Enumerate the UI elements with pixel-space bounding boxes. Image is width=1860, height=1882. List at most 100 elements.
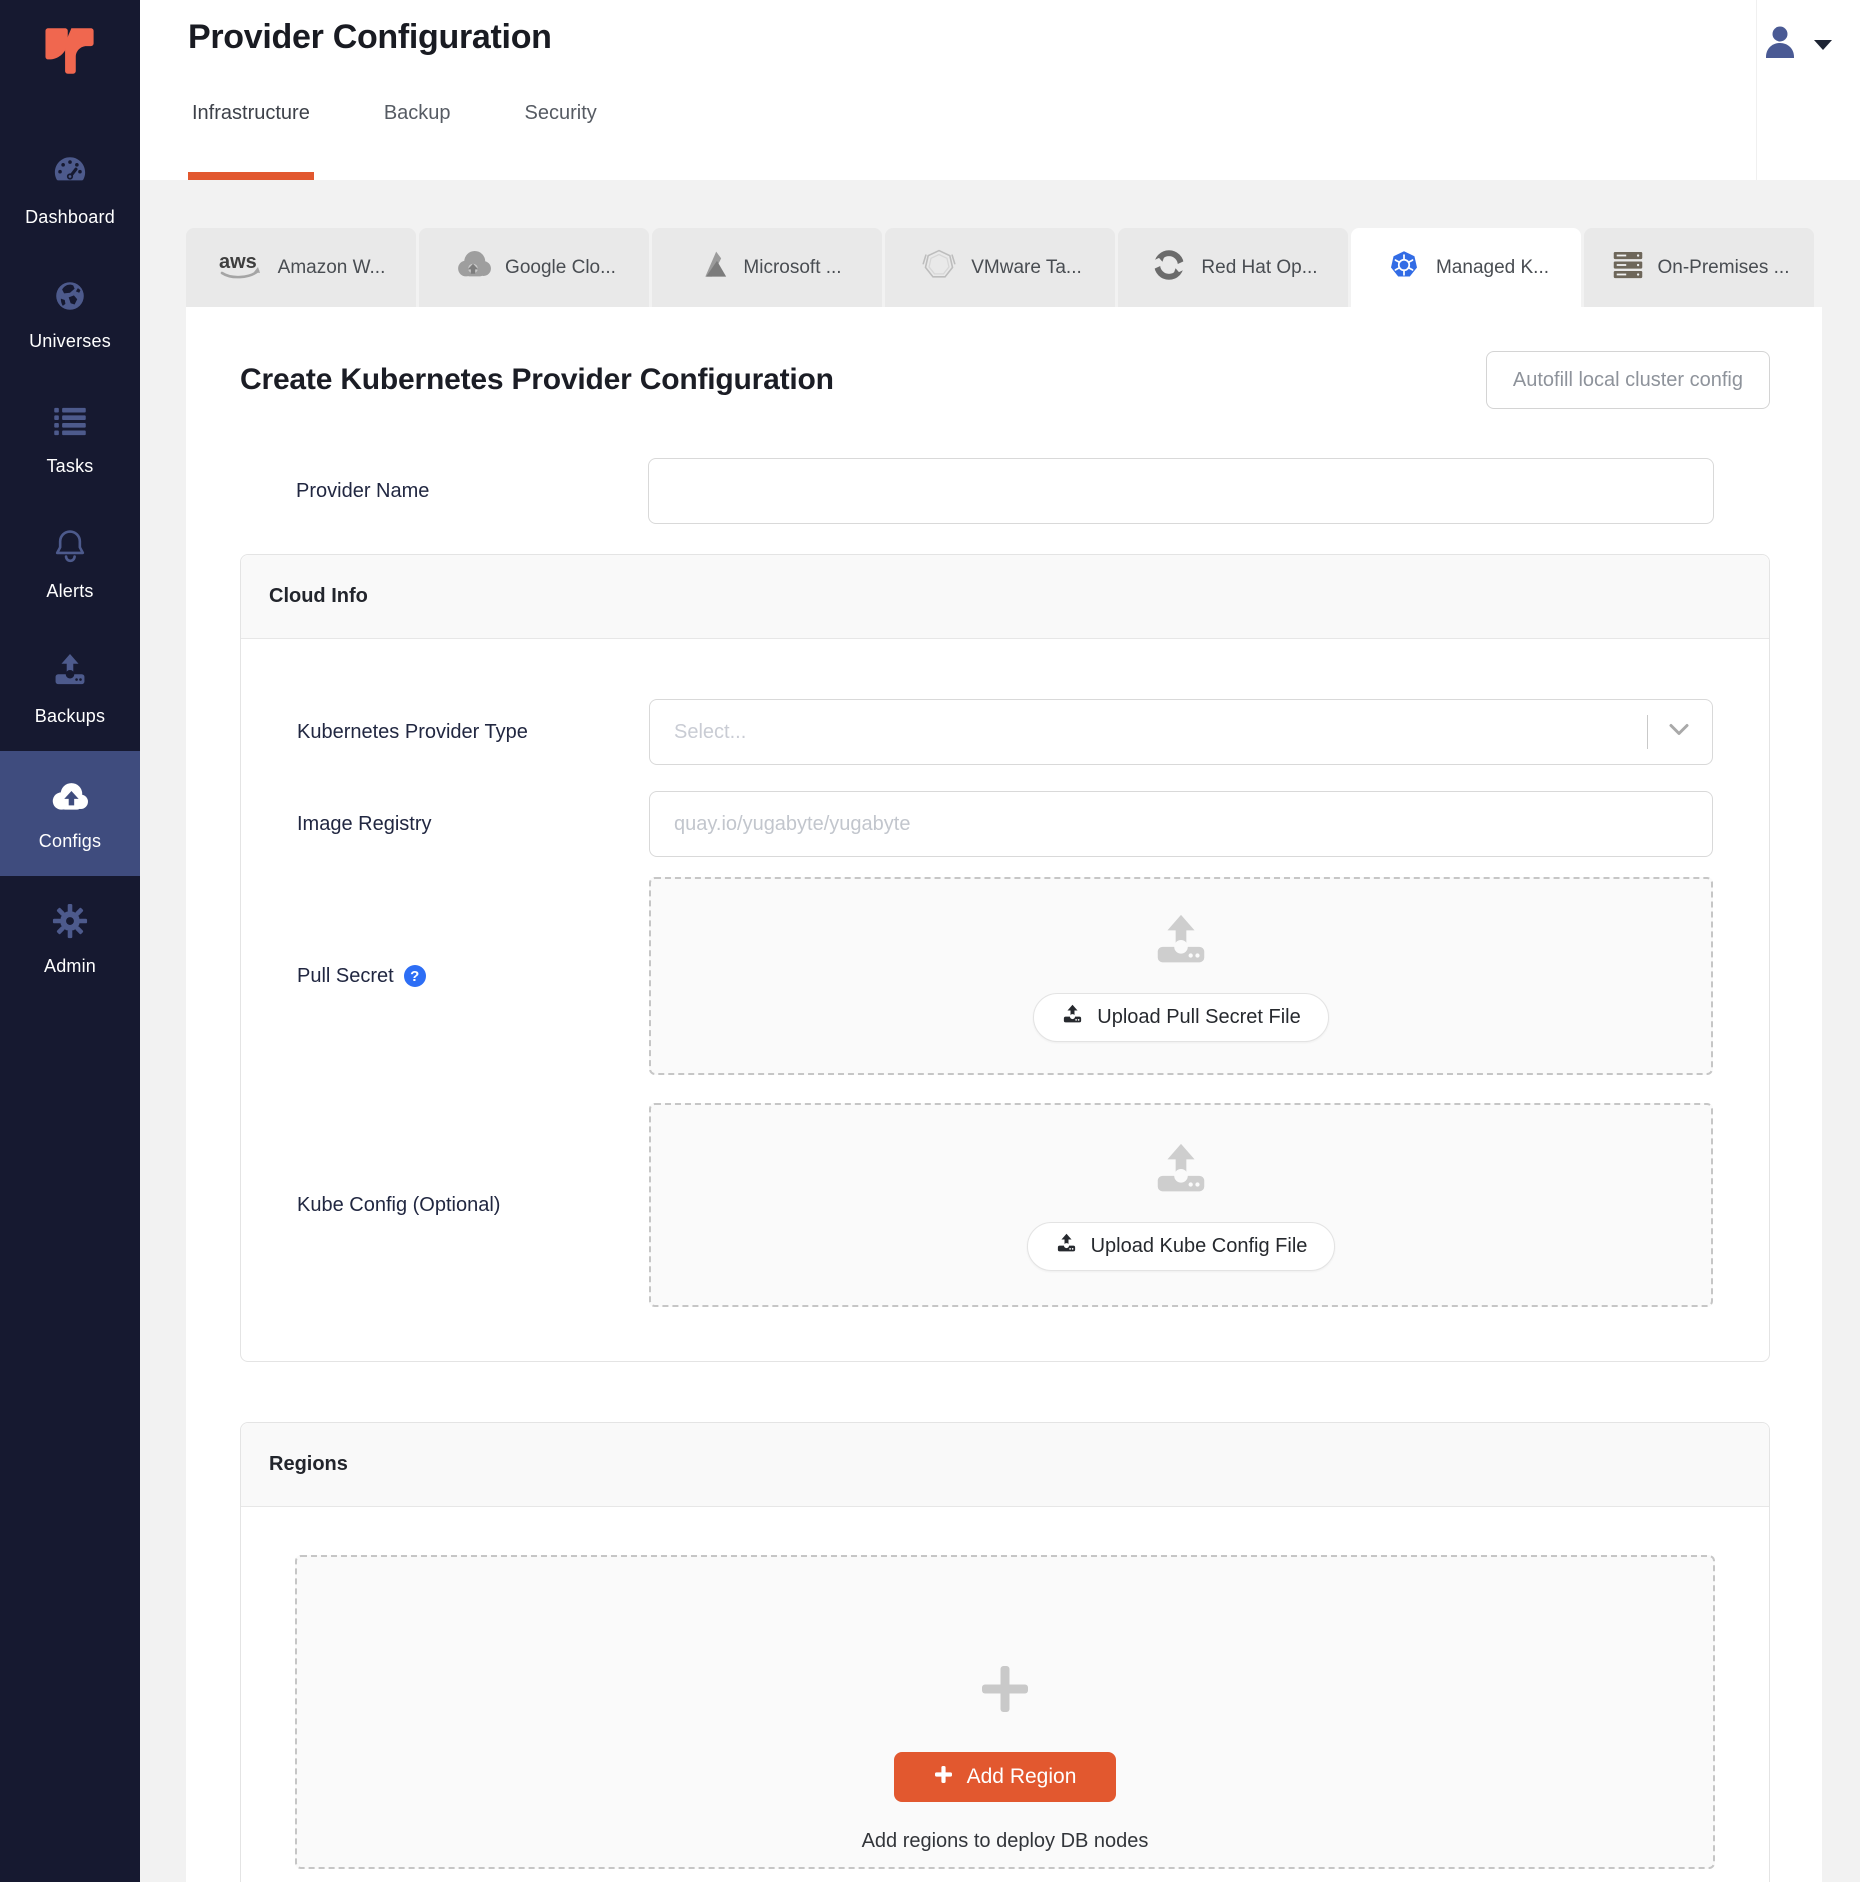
universes-icon bbox=[49, 275, 91, 322]
upload-kube-config-label: Upload Kube Config File bbox=[1091, 1235, 1308, 1258]
image-registry-row: Image Registry bbox=[241, 791, 1769, 857]
page-title: Provider Configuration bbox=[188, 18, 552, 57]
pull-secret-label: Pull Secret ? bbox=[297, 965, 649, 988]
content-area: aws Amazon W... bbox=[140, 180, 1860, 1882]
admin-icon bbox=[49, 900, 91, 947]
provider-tab-label: On-Premises ... bbox=[1658, 257, 1790, 279]
provider-tab-azure[interactable]: Microsoft ... bbox=[652, 228, 882, 307]
regions-title: Regions bbox=[241, 1423, 1769, 1507]
sidebar-item-alerts[interactable]: Alerts bbox=[0, 501, 140, 626]
provider-name-input[interactable] bbox=[648, 458, 1714, 524]
chevron-down-icon bbox=[1668, 723, 1690, 742]
page-header: Provider Configuration Infrastructure Ba… bbox=[140, 0, 1860, 180]
redhat-openshift-icon bbox=[1148, 244, 1190, 291]
card-head: Create Kubernetes Provider Configuration… bbox=[240, 307, 1770, 409]
provider-tab-aws[interactable]: aws Amazon W... bbox=[186, 228, 416, 307]
yugabyte-logo[interactable] bbox=[0, 0, 140, 100]
pull-secret-label-text: Pull Secret bbox=[297, 965, 394, 988]
plus-icon bbox=[934, 1765, 953, 1790]
sidebar-item-label: Dashboard bbox=[25, 207, 115, 228]
chevron-down-icon bbox=[1814, 40, 1832, 50]
provider-tab-vmware-tanzu[interactable]: VMware Ta... bbox=[885, 228, 1115, 307]
kube-config-row: Kube Config (Optional) bbox=[241, 1103, 1769, 1307]
upload-icon bbox=[1150, 910, 1212, 977]
sidebar-item-label: Alerts bbox=[46, 581, 93, 602]
image-registry-input[interactable] bbox=[649, 791, 1713, 857]
upload-icon bbox=[1061, 1003, 1084, 1032]
form-heading: Create Kubernetes Provider Configuration bbox=[240, 363, 834, 397]
vmware-tanzu-icon bbox=[918, 244, 960, 291]
dashboard-icon bbox=[48, 149, 92, 198]
aws-icon: aws bbox=[217, 249, 267, 286]
provider-tab-label: Google Clo... bbox=[505, 257, 616, 279]
sidebar-item-admin[interactable]: Admin bbox=[0, 876, 140, 1001]
provider-tab-label: Microsoft ... bbox=[743, 257, 841, 279]
sidebar-item-label: Backups bbox=[35, 706, 105, 727]
cloud-info-title: Cloud Info bbox=[241, 555, 1769, 639]
autofill-local-cluster-config-button[interactable]: Autofill local cluster config bbox=[1486, 351, 1770, 409]
backups-icon bbox=[49, 650, 91, 697]
yugabyte-logo-icon bbox=[39, 22, 101, 89]
provider-tab-openshift[interactable]: Red Hat Op... bbox=[1118, 228, 1348, 307]
provider-tabs: aws Amazon W... bbox=[186, 228, 1822, 307]
alerts-icon bbox=[49, 525, 91, 572]
pull-secret-dropzone[interactable]: Upload Pull Secret File bbox=[649, 877, 1713, 1075]
add-region-button[interactable]: Add Region bbox=[894, 1752, 1117, 1802]
sidebar-item-label: Admin bbox=[44, 956, 96, 977]
tab-backup[interactable]: Backup bbox=[384, 102, 451, 180]
provider-tab-label: Managed K... bbox=[1436, 257, 1549, 279]
sidebar-item-tasks[interactable]: Tasks bbox=[0, 376, 140, 501]
provider-tab-onprem[interactable]: On-Premises ... bbox=[1584, 228, 1814, 307]
help-icon[interactable]: ? bbox=[404, 965, 426, 987]
upload-icon bbox=[1055, 1232, 1078, 1261]
sidebar: Dashboard Universes bbox=[0, 0, 140, 1882]
kube-config-dropzone[interactable]: Upload Kube Config File bbox=[649, 1103, 1713, 1307]
configs-icon bbox=[47, 775, 93, 822]
provider-tab-label: Red Hat Op... bbox=[1201, 257, 1317, 279]
select-placeholder: Select... bbox=[674, 721, 746, 744]
microsoft-icon bbox=[692, 245, 732, 290]
sidebar-item-configs[interactable]: Configs bbox=[0, 751, 140, 876]
regions-helper-text: Add regions to deploy DB nodes bbox=[862, 1830, 1149, 1853]
sidebar-nav: Dashboard Universes bbox=[0, 100, 140, 1001]
provider-tab-label: Amazon W... bbox=[278, 257, 386, 279]
regions-body: Add Region Add regions to deploy DB node… bbox=[241, 1507, 1769, 1882]
svg-text:aws: aws bbox=[219, 251, 257, 273]
k8s-provider-type-row: Kubernetes Provider Type Select... bbox=[241, 699, 1769, 765]
kubernetes-icon bbox=[1383, 244, 1425, 291]
provider-tab-managed-kubernetes[interactable]: Managed K... bbox=[1351, 228, 1581, 307]
provider-tab-gcp[interactable]: Google Clo... bbox=[419, 228, 649, 307]
provider-tab-label: VMware Ta... bbox=[971, 257, 1082, 279]
regions-panel: Regions bbox=[240, 1422, 1770, 1882]
tab-security[interactable]: Security bbox=[525, 102, 597, 180]
sidebar-item-label: Universes bbox=[29, 331, 111, 352]
provider-name-row: Provider Name bbox=[240, 458, 1770, 524]
app-root: Dashboard Universes bbox=[0, 0, 1860, 1882]
google-cloud-icon bbox=[452, 244, 494, 291]
tasks-icon bbox=[49, 400, 91, 447]
sidebar-item-label: Configs bbox=[39, 831, 101, 852]
add-region-label: Add Region bbox=[967, 1765, 1077, 1789]
image-registry-label: Image Registry bbox=[297, 813, 649, 836]
main-area: Provider Configuration Infrastructure Ba… bbox=[140, 0, 1860, 1882]
plus-icon bbox=[977, 1661, 1033, 1722]
k8s-provider-type-select[interactable]: Select... bbox=[649, 699, 1713, 765]
user-menu[interactable] bbox=[1762, 24, 1832, 65]
sidebar-item-backups[interactable]: Backups bbox=[0, 626, 140, 751]
upload-pull-secret-label: Upload Pull Secret File bbox=[1097, 1006, 1300, 1029]
select-divider bbox=[1647, 715, 1648, 749]
cloud-info-body: Kubernetes Provider Type Select... bbox=[241, 639, 1769, 1361]
cloud-info-panel: Cloud Info Kubernetes Provider Type Sele… bbox=[240, 554, 1770, 1362]
user-icon bbox=[1762, 24, 1798, 65]
header-divider bbox=[1756, 0, 1757, 180]
sidebar-item-label: Tasks bbox=[46, 456, 93, 477]
regions-dropzone: Add Region Add regions to deploy DB node… bbox=[295, 1555, 1715, 1869]
sidebar-item-dashboard[interactable]: Dashboard bbox=[0, 126, 140, 251]
k8s-provider-type-label: Kubernetes Provider Type bbox=[297, 721, 649, 744]
sidebar-item-universes[interactable]: Universes bbox=[0, 251, 140, 376]
tab-infrastructure[interactable]: Infrastructure bbox=[192, 102, 310, 180]
kube-config-label: Kube Config (Optional) bbox=[297, 1194, 649, 1217]
provider-name-label: Provider Name bbox=[296, 480, 648, 503]
upload-kube-config-button[interactable]: Upload Kube Config File bbox=[1027, 1222, 1336, 1271]
upload-pull-secret-button[interactable]: Upload Pull Secret File bbox=[1033, 993, 1328, 1042]
